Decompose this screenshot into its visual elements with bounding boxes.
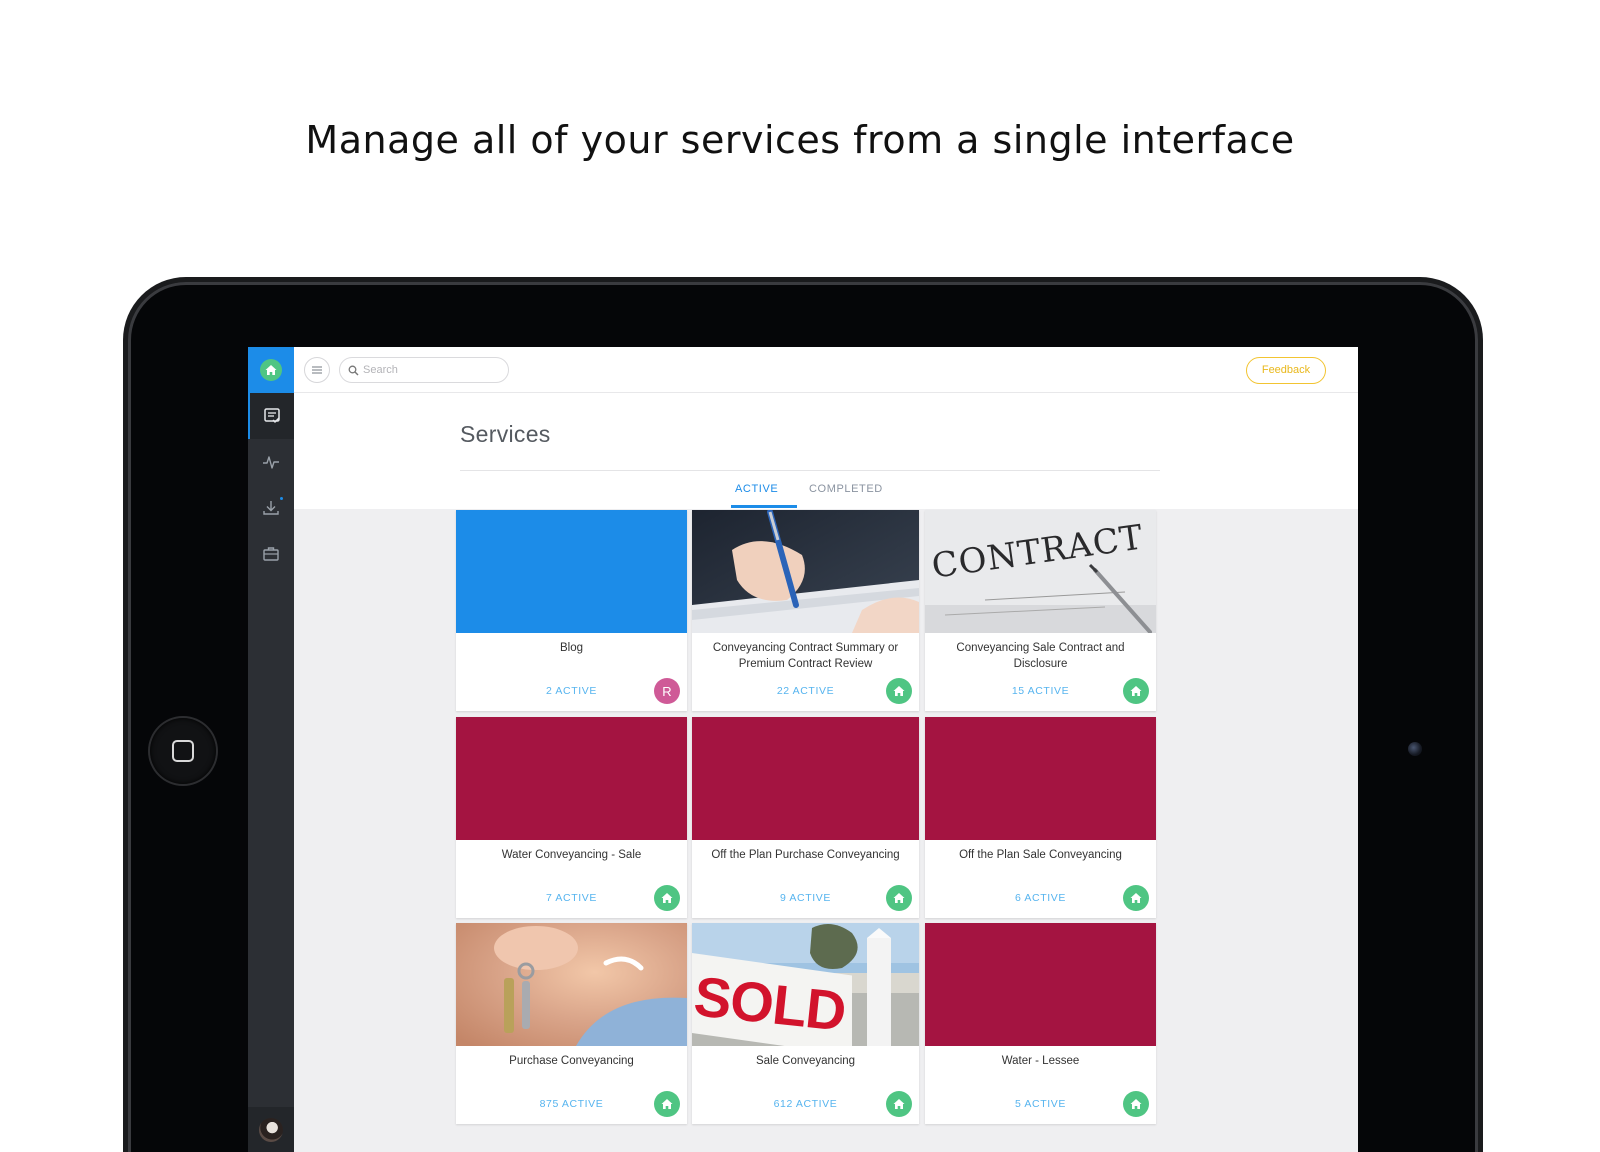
active-tab-indicator [731, 505, 797, 508]
home-badge [886, 1091, 912, 1117]
home-badge [654, 1091, 680, 1117]
sidebar-rail [248, 347, 294, 1152]
service-card-sale[interactable]: SOLD Sale Conveyancing 612 ACTIVE [692, 923, 919, 1124]
card-active-count[interactable]: 7 ACTIVE [456, 892, 687, 904]
services-checklist-icon [264, 408, 280, 424]
home-badge [1123, 885, 1149, 911]
tab-active[interactable]: ACTIVE [735, 483, 778, 495]
card-title: Blog [559, 642, 584, 654]
user-avatar-button[interactable] [248, 1107, 294, 1152]
home-badge [886, 885, 912, 911]
card-title: Sale Conveyancing [755, 1055, 856, 1067]
card-title: Conveyancing Contract Summary or Premium… [712, 642, 899, 670]
download-icon [263, 501, 279, 515]
page-header: Services ACTIVE COMPLETED [294, 393, 1358, 509]
service-card-sale-contract[interactable]: CONTRACT Conveyancing Sale Contract and … [925, 510, 1156, 711]
home-icon [893, 686, 905, 696]
card-active-count[interactable]: 612 ACTIVE [692, 1098, 919, 1110]
card-cover [692, 717, 919, 840]
card-active-count[interactable]: 2 ACTIVE [456, 685, 687, 697]
service-card-water-lessee[interactable]: Water - Lessee 5 ACTIVE [925, 923, 1156, 1124]
card-active-count[interactable]: 15 ACTIVE [925, 685, 1156, 697]
owner-avatar: R [654, 678, 680, 704]
card-active-count[interactable]: 6 ACTIVE [925, 892, 1156, 904]
card-cover [925, 923, 1156, 1046]
tab-completed[interactable]: COMPLETED [809, 483, 883, 495]
card-active-count[interactable]: 5 ACTIVE [925, 1098, 1156, 1110]
feedback-button[interactable]: Feedback [1246, 357, 1326, 384]
home-badge [1123, 678, 1149, 704]
hamburger-icon [312, 366, 322, 374]
card-active-count[interactable]: 22 ACTIVE [692, 685, 919, 697]
card-active-count[interactable]: 9 ACTIVE [692, 892, 919, 904]
service-card-water-sale[interactable]: Water Conveyancing - Sale 7 ACTIVE [456, 717, 687, 918]
home-icon [1130, 893, 1142, 903]
card-cover-photo-hand-signing [692, 510, 919, 633]
card-cover [925, 717, 1156, 840]
home-badge [886, 678, 912, 704]
home-badge [654, 885, 680, 911]
briefcase-icon [263, 547, 279, 561]
divider [460, 470, 1160, 471]
card-title: Off the Plan Purchase Conveyancing [711, 849, 900, 861]
card-cover [456, 510, 687, 633]
sidebar-item-services[interactable] [248, 393, 294, 439]
activity-pulse-icon [263, 456, 279, 469]
marketing-headline: Manage all of your services from a singl… [305, 118, 1295, 162]
top-bar: Feedback [294, 347, 1358, 393]
card-title: Purchase Conveyancing [509, 1055, 634, 1067]
tablet-home-button[interactable] [150, 718, 216, 784]
home-icon [893, 893, 905, 903]
service-card-contract-summary[interactable]: Conveyancing Contract Summary or Premium… [692, 510, 919, 711]
card-cover-photo-keys [456, 923, 687, 1046]
card-cover [456, 717, 687, 840]
home-icon [1130, 1099, 1142, 1109]
service-card-otp-sale[interactable]: Off the Plan Sale Conveyancing 6 ACTIVE [925, 717, 1156, 918]
sidebar-item-downloads[interactable] [248, 485, 294, 531]
home-badge [1123, 1091, 1149, 1117]
home-icon [1130, 686, 1142, 696]
menu-button[interactable] [304, 357, 330, 383]
search-input[interactable] [363, 364, 503, 376]
search-box [339, 357, 509, 383]
card-active-count[interactable]: 875 ACTIVE [456, 1098, 687, 1110]
sidebar-item-briefcase[interactable] [248, 531, 294, 577]
card-title: Water Conveyancing - Sale [501, 849, 642, 861]
sidebar-item-activity[interactable] [248, 439, 294, 485]
home-logo-button[interactable] [248, 347, 294, 393]
home-icon [661, 1099, 673, 1109]
card-cover-photo-sold-sign: SOLD [692, 923, 919, 1046]
service-card-otp-purchase[interactable]: Off the Plan Purchase Conveyancing 9 ACT… [692, 717, 919, 918]
service-card-purchase[interactable]: Purchase Conveyancing 875 ACTIVE [456, 923, 687, 1124]
notification-dot [280, 497, 283, 500]
card-title: Conveyancing Sale Contract and Disclosur… [956, 642, 1125, 670]
card-title: Water - Lessee [1001, 1055, 1080, 1067]
home-icon [661, 893, 673, 903]
avatar [259, 1118, 283, 1142]
home-icon [260, 359, 282, 381]
page-title: Services [460, 421, 551, 447]
app-screen: Feedback Services ACTIVE COMPLETED Blog … [248, 347, 1358, 1152]
tablet-camera [1408, 742, 1422, 756]
search-icon [348, 365, 359, 375]
card-title: Off the Plan Sale Conveyancing [959, 849, 1122, 861]
service-card-blog[interactable]: Blog 2 ACTIVE R [456, 510, 687, 711]
card-cover-photo-contract: CONTRACT [925, 510, 1156, 633]
home-icon [893, 1099, 905, 1109]
